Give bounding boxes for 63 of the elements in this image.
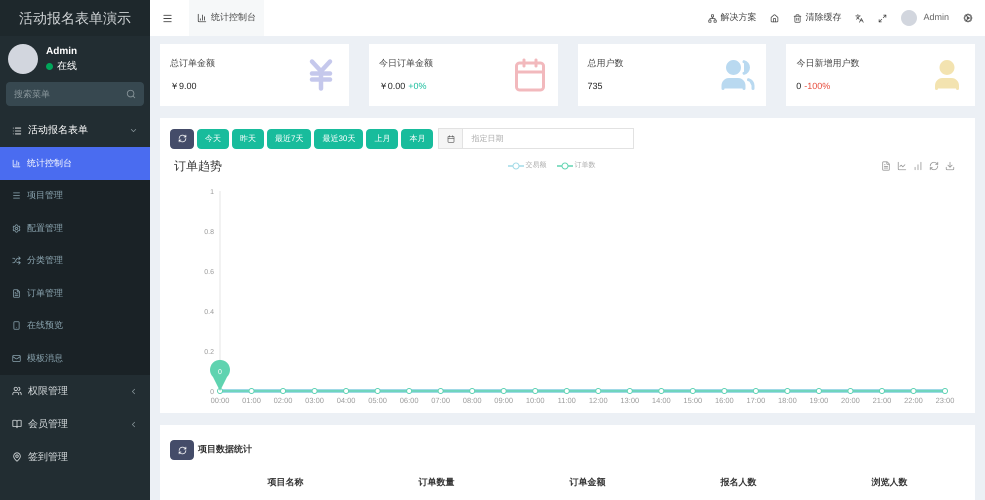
calendar-icon bbox=[446, 134, 455, 142]
stat-value: ￥9.00 bbox=[170, 80, 197, 93]
solutions-button[interactable]: 解决方案 bbox=[708, 11, 756, 25]
menu-item[interactable]: 统计控制台 bbox=[0, 147, 150, 180]
refresh-icon bbox=[178, 446, 186, 454]
menu-item[interactable]: 分类管理 bbox=[0, 244, 150, 277]
legend-icon bbox=[508, 162, 524, 170]
menu-item[interactable]: 配置管理 bbox=[0, 212, 150, 244]
column-header: 订单数量 bbox=[417, 476, 456, 489]
column-header: 订单金额 bbox=[568, 476, 606, 489]
refresh-button[interactable] bbox=[170, 128, 194, 148]
menu-item[interactable]: 项目管理 bbox=[0, 180, 150, 212]
sitemap-icon bbox=[708, 14, 718, 22]
chart-icon bbox=[197, 13, 207, 23]
restore-icon[interactable] bbox=[929, 161, 939, 171]
stat-value: ￥0.00 bbox=[378, 80, 406, 93]
fullscreen-icon[interactable] bbox=[878, 14, 888, 22]
stat-label: 今日订单金额 bbox=[378, 56, 433, 70]
menu-item[interactable]: 订单管理 bbox=[0, 277, 150, 310]
panel-title: 项目数据统计 bbox=[198, 443, 252, 456]
app-title: 活动报名表单演示 bbox=[19, 8, 131, 28]
menu-group[interactable]: 活动报名表单 bbox=[0, 114, 150, 147]
date-input[interactable]: 指定日期 bbox=[463, 129, 634, 148]
user-menu[interactable]: Admin bbox=[923, 11, 949, 25]
page-tab[interactable]: 统计控制台 bbox=[189, 0, 264, 36]
date-field[interactable]: 指定日期 bbox=[438, 128, 634, 149]
stat-label: 今日新增用户数 bbox=[796, 56, 860, 70]
user-name: Admin bbox=[46, 45, 78, 59]
menu-group[interactable]: 签到管理 bbox=[0, 440, 150, 474]
chevron-left-icon bbox=[129, 420, 138, 428]
stat-change: -100% bbox=[804, 80, 830, 93]
line-chart-icon[interactable] bbox=[897, 161, 907, 171]
refresh-icon bbox=[178, 134, 186, 143]
menu-item[interactable]: 在线预览 bbox=[0, 310, 150, 342]
clear-cache-button[interactable]: 清除缓存 bbox=[793, 11, 842, 25]
users-icon bbox=[720, 57, 756, 93]
stat-change: +0% bbox=[408, 80, 427, 93]
avatar bbox=[8, 44, 38, 74]
menu-group[interactable]: 权限管理 bbox=[0, 374, 150, 408]
stat-label: 总订单金额 bbox=[170, 56, 215, 70]
user-status: 在线 bbox=[57, 60, 77, 74]
settings-icon[interactable] bbox=[963, 13, 973, 23]
column-header: 浏览人数 bbox=[870, 476, 908, 489]
chevron-down-icon bbox=[129, 126, 138, 135]
home-icon[interactable] bbox=[770, 14, 780, 22]
translate-icon[interactable] bbox=[855, 14, 864, 22]
menu-item[interactable]: 模板消息 bbox=[0, 342, 150, 374]
column-header: 报名人数 bbox=[719, 476, 758, 489]
bar-chart-icon[interactable] bbox=[913, 161, 923, 171]
trash-icon bbox=[793, 14, 802, 22]
refresh-button[interactable] bbox=[170, 440, 194, 460]
legend-icon bbox=[556, 162, 572, 170]
data-view-icon[interactable] bbox=[881, 161, 891, 171]
column-header: 项目名称 bbox=[266, 476, 304, 489]
stat-label: 总用户数 bbox=[588, 56, 624, 70]
stat-value: 0 bbox=[796, 80, 802, 93]
download-icon[interactable] bbox=[945, 161, 955, 171]
menu-group[interactable]: 会员管理 bbox=[0, 408, 150, 440]
chevron-left-icon bbox=[129, 386, 138, 396]
search-icon bbox=[126, 89, 136, 99]
avatar bbox=[901, 10, 918, 26]
stat-value: 735 bbox=[588, 80, 603, 93]
chart-title: 订单趋势 bbox=[174, 158, 222, 175]
